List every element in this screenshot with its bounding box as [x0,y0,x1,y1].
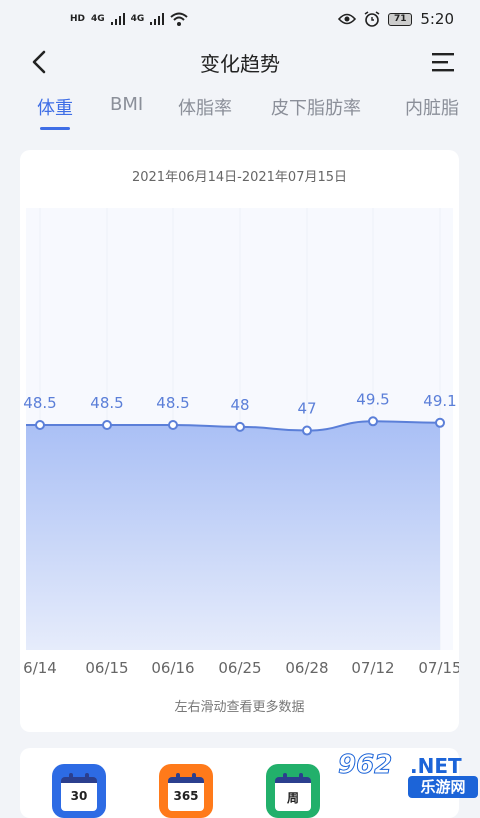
data-point[interactable] [302,425,312,436]
series-area [26,421,440,650]
x-tick-label: 07/15 [418,659,459,677]
data-point[interactable] [435,417,445,428]
page-title: 变化趋势 [200,51,280,76]
wifi-icon [170,12,188,26]
data-label: 47 [297,400,316,418]
data-point[interactable] [35,420,45,430]
data-label: 49.5 [356,390,389,408]
data-label: 48.5 [90,394,123,412]
app-header: 变化趋势 [0,38,480,86]
sim1-network: 4G [91,14,105,24]
signal-icon [150,13,165,25]
active-tab-indicator [40,127,70,130]
clock: 5:20 [420,10,454,28]
calendar-365-icon[interactable]: 365 [159,764,213,818]
eye-icon [338,13,357,25]
calendar-week-label: 周 [275,773,311,811]
x-tick-label: 07/12 [351,659,394,677]
network-indicators: HD 4G 4G [70,12,188,26]
sim1-label: HD [70,14,86,24]
watermark-suffix: .NET [410,754,462,778]
menu-icon[interactable] [430,50,456,74]
calendar-week-icon[interactable]: 周 [266,764,320,818]
data-label: 48.5 [23,394,56,412]
alarm-icon [364,11,380,27]
data-label: 49.1 [423,392,456,410]
status-right: 71 5:20 [338,10,454,28]
data-point[interactable] [168,420,178,430]
status-bar: HD 4G 4G 71 5:20 [0,0,480,38]
x-tick-label: 06/15 [85,659,128,677]
x-tick-label: 06/16 [151,659,194,677]
tab-visceral-fat[interactable]: 内脏脂 [405,94,459,120]
calendar-365-label: 365 [168,773,204,811]
sim2-network: 4G [130,14,145,24]
signal-icon [110,13,125,25]
data-label: 48 [230,396,249,414]
trend-chart-card[interactable]: 2021年06月14日-2021年07月15日 48.5 48.5 48.5 48 47… [20,150,459,732]
tab-body-fat[interactable]: 体脂率 [178,94,232,120]
x-tick-label: 06/25 [218,659,261,677]
data-point[interactable] [368,416,378,427]
weight-trend-chart[interactable]: 48.5 48.5 48.5 48 47 49.5 49.1 6/14 06/15 06/16 06… [20,150,459,732]
calendar-30-label: 30 [61,773,97,811]
watermark-logo: 962 .NET 乐游网 [337,748,480,800]
watermark-sub: 乐游网 [408,776,478,798]
tab-bmi[interactable]: BMI [110,94,143,115]
back-icon[interactable] [26,48,54,76]
x-tick-label: 6/14 [23,659,57,677]
watermark-number: 962 [337,750,393,781]
data-point[interactable] [102,420,112,430]
battery-icon: 71 [388,12,413,26]
calendar-30-icon[interactable]: 30 [52,764,106,818]
metric-tabs: 体重 BMI 体脂率 皮下脂肪率 内脏脂 [0,88,480,132]
data-point[interactable] [235,421,245,432]
data-label: 48.5 [156,394,189,412]
tab-weight[interactable]: 体重 [37,94,73,120]
swipe-hint: 左右滑动查看更多数据 [174,700,305,715]
x-tick-label: 06/28 [285,659,328,677]
tab-subcutaneous-fat[interactable]: 皮下脂肪率 [271,94,361,120]
